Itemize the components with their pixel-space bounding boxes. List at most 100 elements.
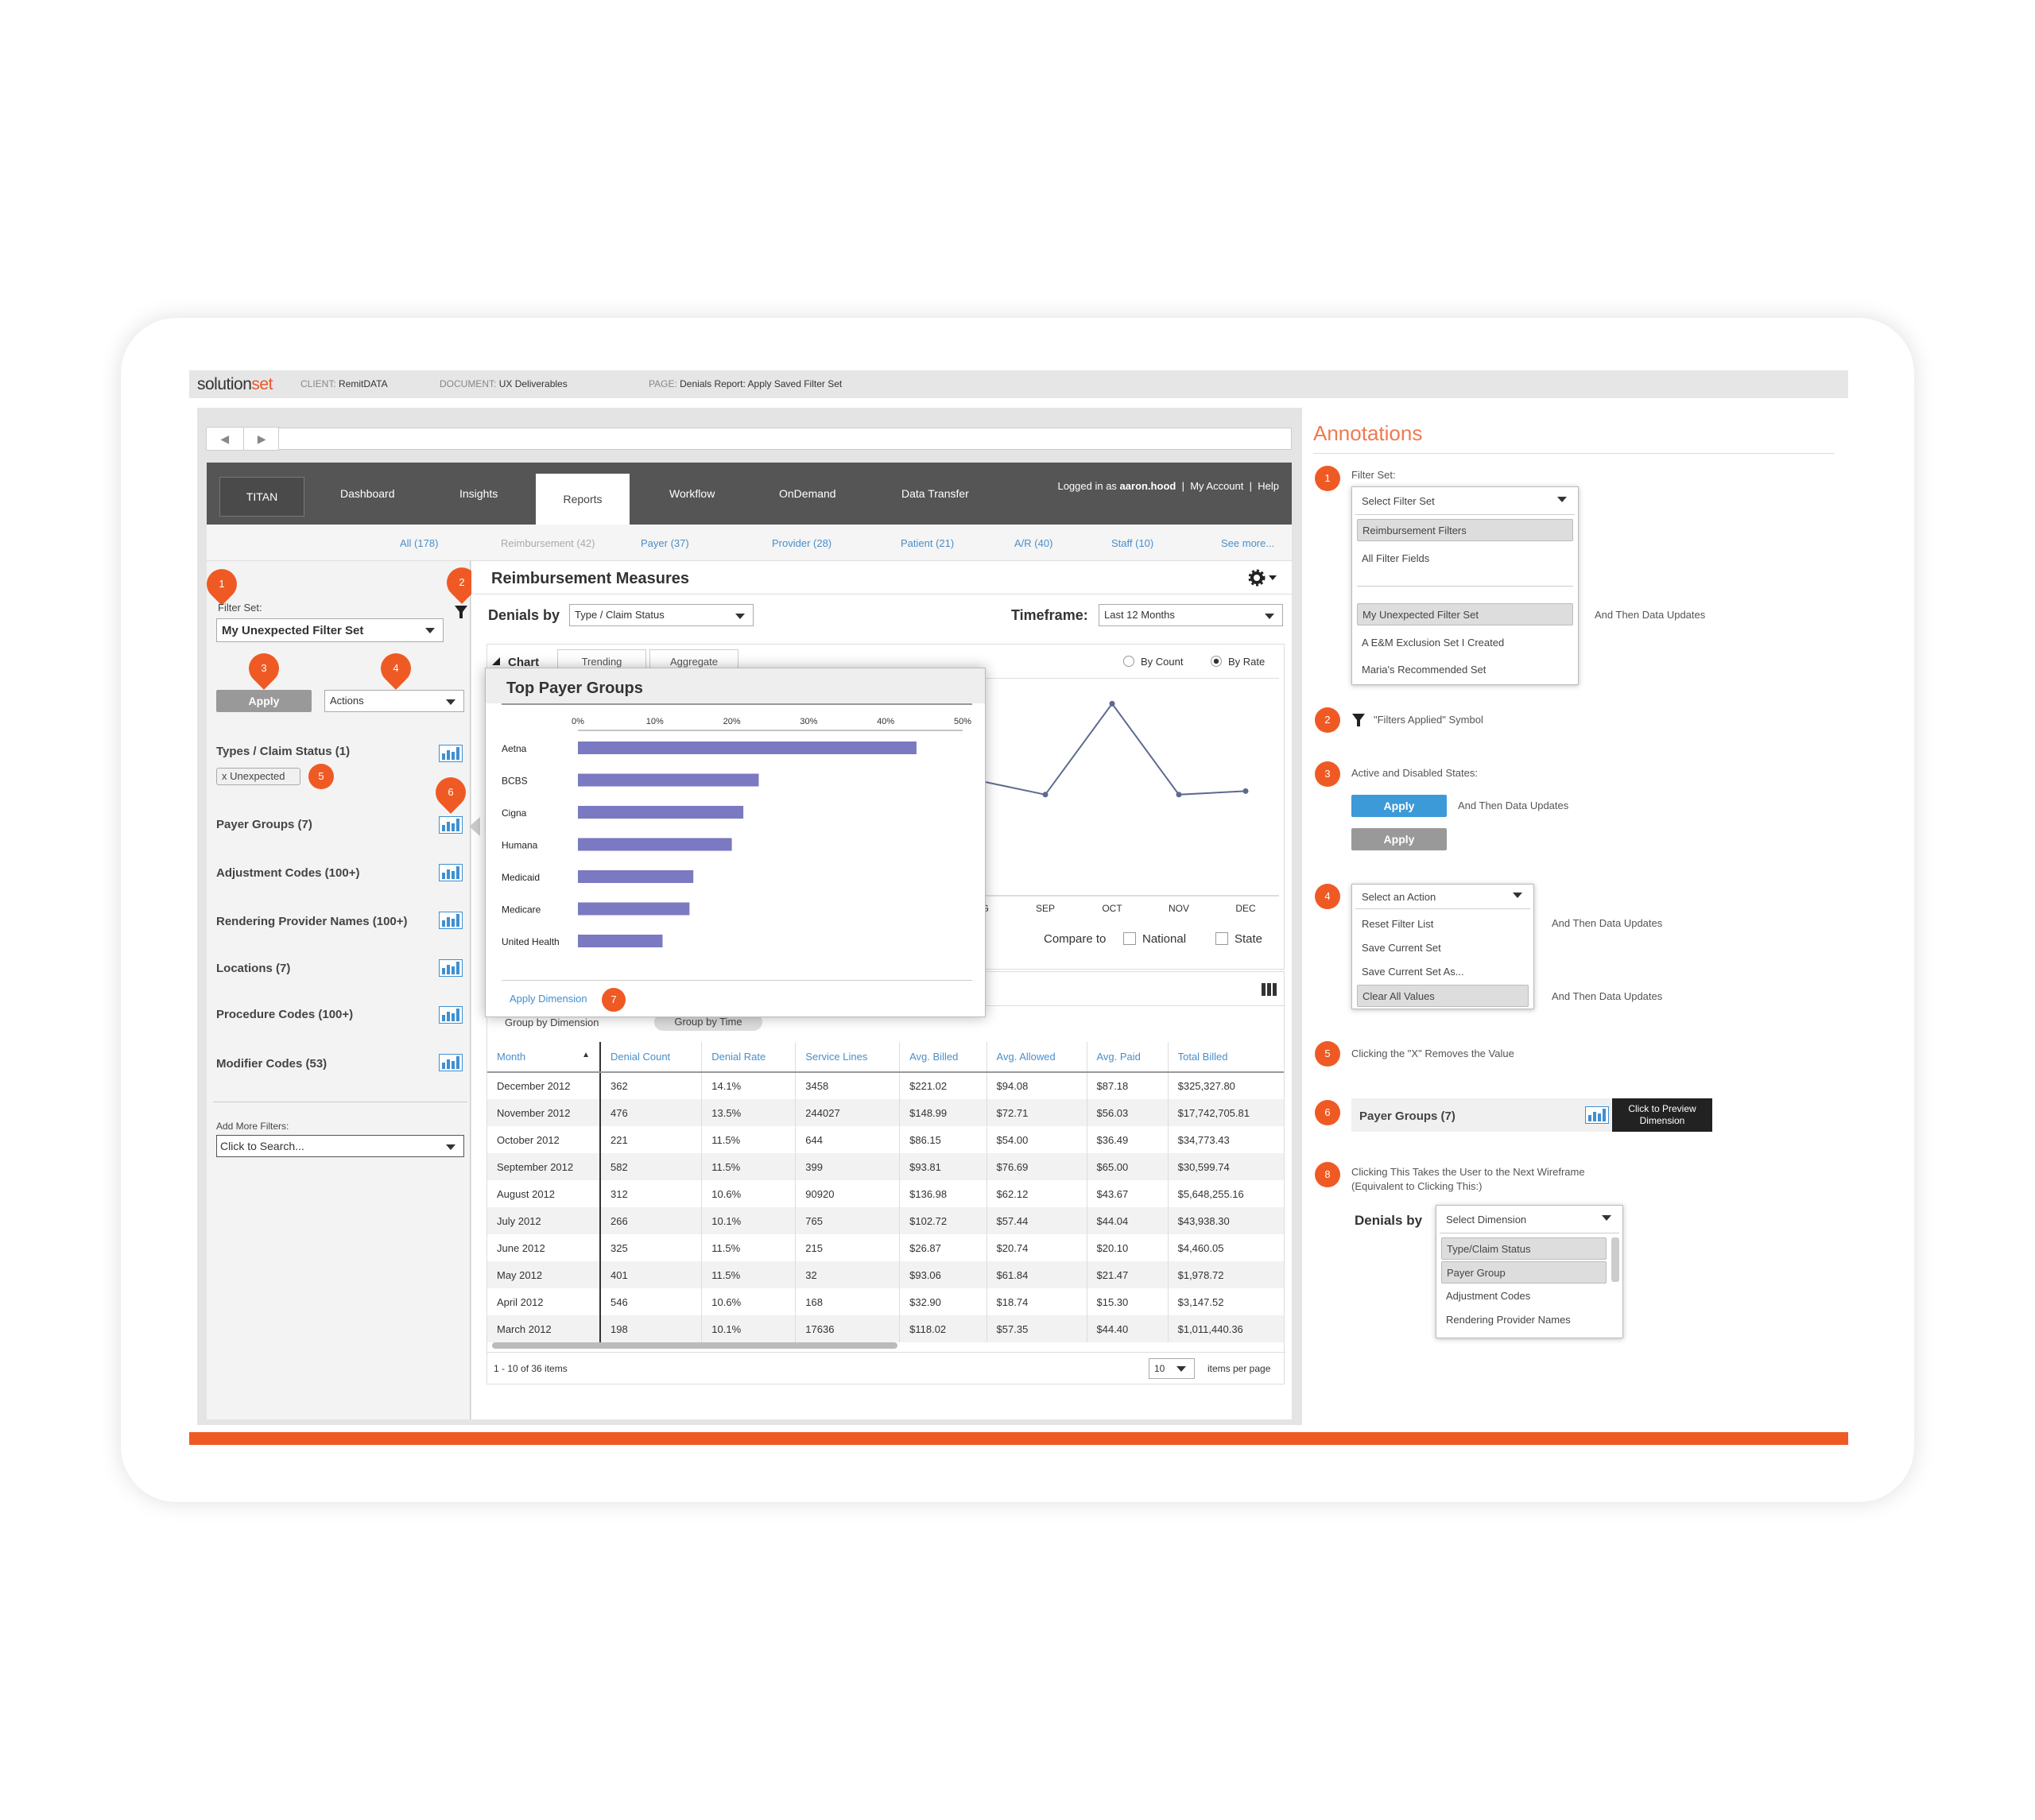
national-checkbox[interactable] [1123, 932, 1136, 945]
apply-button[interactable]: Apply [216, 690, 312, 712]
apply-dimension-link[interactable]: Apply Dimension [510, 993, 587, 1005]
filter-modifier-codes[interactable]: Modifier Codes (53) [216, 1057, 327, 1071]
subnav-provider[interactable]: Provider (28) [772, 537, 831, 549]
filter-set-option[interactable]: My Unexpected Filter Set [1357, 603, 1573, 625]
bar[interactable] [578, 870, 694, 883]
filter-locations[interactable]: Locations (7) [216, 962, 290, 975]
table-row[interactable]: June 2012 325 11.5% 215 $26.87 $20.74 $20.10 $4… [487, 1234, 1284, 1261]
titan-brand-button[interactable]: TITAN [219, 477, 304, 517]
preview-chart-icon[interactable] [439, 959, 463, 977]
tab-reports[interactable]: Reports [536, 474, 630, 525]
tab-workflow[interactable]: Workflow [669, 463, 715, 525]
dimension-option[interactable]: Rendering Provider Names [1441, 1309, 1618, 1331]
column-chooser-icon[interactable] [1262, 983, 1277, 996]
bar[interactable] [578, 742, 917, 754]
dimension-option[interactable]: Adjustment Codes [1441, 1285, 1618, 1307]
table-row[interactable]: August 2012 312 10.6% 90920 $136.98 $62.12 $43… [487, 1180, 1284, 1207]
per-page-select[interactable]: 10 [1149, 1358, 1195, 1379]
dimension-option[interactable]: Type/Claim Status [1441, 1237, 1607, 1260]
col-month[interactable]: Month ▲ [487, 1042, 601, 1073]
timeframe-select[interactable]: Last 12 Months [1099, 604, 1283, 626]
apply-button-disabled[interactable]: Apply [1351, 828, 1447, 850]
preview-chart-icon[interactable] [439, 816, 463, 834]
col-denial-rate[interactable]: Denial Rate [701, 1042, 797, 1073]
filter-search-input[interactable]: Click to Search... [216, 1135, 464, 1157]
address-bar[interactable] [278, 428, 1292, 450]
data-table-panel: Group by Dimension Group by Time Month ▲ … [486, 971, 1285, 1384]
group-by-dimension-tab[interactable]: Group by Dimension [505, 1016, 599, 1028]
table-row[interactable]: July 2012 266 10.1% 765 $102.72 $57.44 $44.04 $… [487, 1207, 1284, 1234]
unexpected-filter-chip[interactable]: x Unexpected [216, 768, 300, 785]
table-row[interactable]: March 2012 198 10.1% 17636 $118.02 $57.35 $44.… [487, 1315, 1284, 1342]
filter-payer-groups[interactable]: Payer Groups (7) [216, 818, 312, 831]
col-avg-allowed[interactable]: Avg. Allowed [986, 1042, 1087, 1073]
col-denial-count[interactable]: Denial Count [600, 1042, 703, 1073]
tab-dashboard[interactable]: Dashboard [340, 463, 395, 525]
subnav-all[interactable]: All (178) [400, 537, 438, 549]
subnav-ar[interactable]: A/R (40) [1014, 537, 1052, 549]
subnav-see-more[interactable]: See more... [1221, 537, 1274, 549]
table-row[interactable]: October 2012 221 11.5% 644 $86.15 $54.00 $36.4… [487, 1126, 1284, 1153]
actions-select[interactable]: Actions [324, 690, 464, 712]
filter-types-claim-status[interactable]: Types / Claim Status (1) [216, 745, 350, 758]
bar[interactable] [578, 773, 759, 787]
table-row[interactable]: September 2012 582 11.5% 399 $93.81 $76.69 $65… [487, 1153, 1284, 1180]
subnav-payer[interactable]: Payer (37) [641, 537, 689, 549]
bar[interactable] [578, 902, 690, 916]
apply-button-active[interactable]: Apply [1351, 795, 1447, 817]
preview-chart-icon[interactable] [439, 745, 463, 762]
tab-data-transfer[interactable]: Data Transfer [901, 463, 969, 525]
bar[interactable] [578, 838, 732, 851]
denials-by-select[interactable]: Type / Claim Status [569, 604, 754, 626]
filter-set-option[interactable]: Select Filter Set [1357, 490, 1573, 513]
col-avg-billed[interactable]: Avg. Billed [899, 1042, 987, 1073]
state-checkbox[interactable] [1215, 932, 1228, 945]
bar[interactable] [578, 806, 744, 819]
tab-ondemand[interactable]: OnDemand [779, 463, 836, 525]
subnav-patient[interactable]: Patient (21) [901, 537, 954, 549]
action-option[interactable]: Reset Filter List [1357, 913, 1529, 935]
filter-set-option[interactable]: All Filter Fields [1357, 548, 1573, 570]
subnav-reimbursement[interactable]: Reimbursement (42) [501, 537, 595, 549]
gear-icon[interactable] [1248, 569, 1280, 587]
filter-set-select[interactable]: My Unexpected Filter Set [216, 618, 444, 642]
data-point[interactable] [1109, 700, 1115, 707]
col-total-billed[interactable]: Total Billed [1168, 1042, 1284, 1073]
action-option[interactable]: Save Current Set [1357, 937, 1529, 959]
filter-set-option[interactable]: A E&M Exclusion Set I Created [1357, 632, 1573, 654]
preview-chart-icon[interactable] [439, 912, 463, 929]
table-row[interactable]: December 2012 362 14.1% 3458 $221.02 $94.08 $8… [487, 1072, 1284, 1099]
table-row[interactable]: November 2012 476 13.5% 244027 $148.99 $72.71… [487, 1099, 1284, 1126]
bar[interactable] [578, 935, 663, 947]
forward-arrow-icon[interactable]: ▶ [244, 428, 281, 450]
action-option[interactable]: Save Current Set As... [1357, 961, 1529, 983]
data-point[interactable] [1242, 788, 1249, 794]
tab-insights[interactable]: Insights [459, 463, 498, 525]
horizontal-scrollbar[interactable] [492, 1342, 897, 1349]
sort-asc-icon[interactable]: ▲ [582, 1051, 590, 1059]
action-option[interactable]: Select an Action [1357, 886, 1529, 908]
dimension-option[interactable]: Payer Group [1441, 1261, 1607, 1284]
dropdown-scrollbar[interactable] [1611, 1237, 1619, 1282]
filter-procedure-codes[interactable]: Procedure Codes (100+) [216, 1008, 353, 1021]
filter-set-option[interactable]: Maria's Recommended Set [1357, 659, 1573, 681]
filter-rendering-provider-names[interactable]: Rendering Provider Names (100+) [216, 915, 408, 928]
table-row[interactable]: April 2012 546 10.6% 168 $32.90 $18.74 $15.30 $… [487, 1288, 1284, 1315]
help-link[interactable]: Help [1258, 480, 1279, 492]
filter-set-option[interactable]: Reimbursement Filters [1357, 519, 1573, 541]
table-row[interactable]: May 2012 401 11.5% 32 $93.06 $61.84 $21.47 $1,9… [487, 1261, 1284, 1288]
data-point[interactable] [1176, 792, 1182, 798]
my-account-link[interactable]: My Account [1190, 480, 1243, 492]
preview-chart-icon[interactable] [439, 1054, 463, 1071]
dimension-option[interactable]: Select Dimension [1441, 1209, 1618, 1231]
data-point[interactable] [1042, 792, 1049, 798]
action-option[interactable]: Clear All Values [1357, 985, 1529, 1007]
col-avg-paid[interactable]: Avg. Paid [1087, 1042, 1169, 1073]
preview-chart-icon[interactable] [439, 864, 463, 881]
back-arrow-icon[interactable]: ◀ [207, 428, 244, 450]
col-service-lines[interactable]: Service Lines [795, 1042, 901, 1073]
preview-chart-icon[interactable] [439, 1006, 463, 1024]
subnav-staff[interactable]: Staff (10) [1111, 537, 1153, 549]
filter-adjustment-codes[interactable]: Adjustment Codes (100+) [216, 866, 359, 880]
preview-chart-icon[interactable] [1585, 1106, 1609, 1124]
